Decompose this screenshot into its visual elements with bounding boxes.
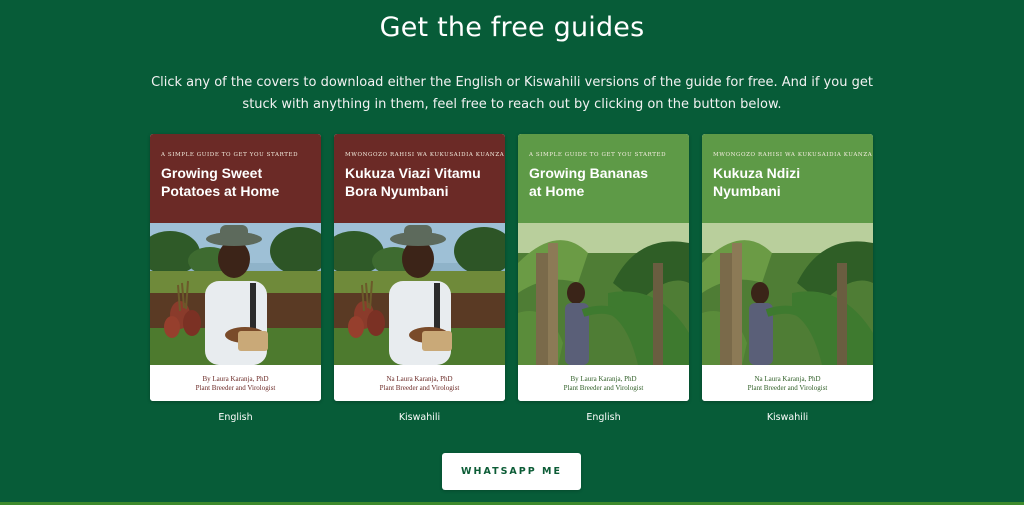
guide-card: A simple guide to get you started Growin… [150,134,321,423]
guide-card: Mwongozo rahisi wa kukusaidia kuanza Kuk… [702,134,873,423]
language-label: Kiswahili [766,412,809,423]
cover-title-band: Mwongozo rahisi wa kukusaidia kuanza Kuk… [334,134,505,223]
cover-author: By Laura Karanja, PhD Plant Breeder and … [518,365,689,401]
cover-title: Growing Bananas at Home [529,165,649,199]
cover-title: Kukuza Ndizi Nyumbani [713,165,801,199]
farmer-with-sweet-potatoes-photo [334,223,505,365]
language-label: English [586,412,621,423]
cover-title-band: A simple guide to get you started Growin… [150,134,321,223]
cover-author: Na Laura Karanja, PhD Plant Breeder and … [334,365,505,401]
guide-covers: A simple guide to get you started Growin… [150,134,873,423]
cover-title-band: A simple guide to get you started Growin… [518,134,689,223]
guide-cover-sweet-potatoes-english[interactable]: A simple guide to get you started Growin… [150,134,321,401]
section-heading: Get the free guides [379,12,645,43]
cover-title-band: Mwongozo rahisi wa kukusaidia kuanza Kuk… [702,134,873,223]
cover-author: By Laura Karanja, PhD Plant Breeder and … [150,365,321,401]
guide-cover-bananas-kiswahili[interactable]: Mwongozo rahisi wa kukusaidia kuanza Kuk… [702,134,873,401]
cover-kicker: A simple guide to get you started [161,152,299,158]
language-label: Kiswahili [398,412,441,423]
farmer-among-banana-plants-photo [702,223,873,365]
guide-card: Mwongozo rahisi wa kukusaidia kuanza Kuk… [334,134,505,423]
cover-kicker: Mwongozo rahisi wa kukusaidia kuanza [345,152,505,158]
guide-cover-sweet-potatoes-kiswahili[interactable]: Mwongozo rahisi wa kukusaidia kuanza Kuk… [334,134,505,401]
cover-kicker: Mwongozo rahisi wa kukusaidia kuanza [713,152,873,158]
cover-author: Na Laura Karanja, PhD Plant Breeder and … [702,365,873,401]
whatsapp-button[interactable]: WHATSAPP ME [442,453,581,490]
farmer-with-sweet-potatoes-photo [150,223,321,365]
language-label: English [218,412,253,423]
section-intro: Click any of the covers to download eith… [151,75,873,112]
cover-kicker: A simple guide to get you started [529,152,667,158]
guide-card: A simple guide to get you started Growin… [518,134,689,423]
farmer-among-banana-plants-photo [518,223,689,365]
guide-cover-bananas-english[interactable]: A simple guide to get you started Growin… [518,134,689,401]
cover-title: Growing Sweet Potatoes at Home [161,165,280,199]
cover-title: Kukuza Viazi Vitamu Bora Nyumbani [345,165,481,199]
